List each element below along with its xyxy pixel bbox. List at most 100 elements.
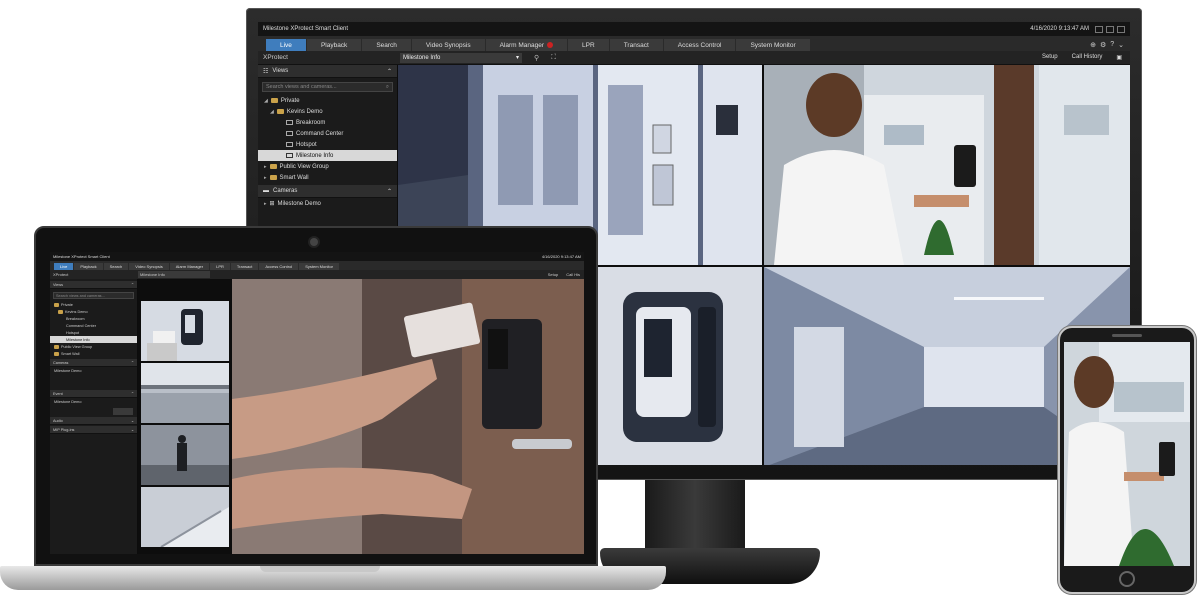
laptop-call-history-button[interactable]: Call His: [566, 272, 580, 277]
help-icon[interactable]: ?: [1110, 41, 1114, 49]
laptop-thumb-card-reader[interactable]: [141, 301, 229, 361]
laptop-main-camera-feed[interactable]: [232, 279, 584, 554]
laptop-webcam: [308, 236, 320, 248]
laptop-view-selector[interactable]: Milestone Info: [138, 271, 210, 278]
laptop-tab-search[interactable]: Search: [103, 263, 129, 270]
laptop-cameras-panel-header[interactable]: Cameras ⌃: [50, 359, 137, 367]
view-toolbar: XProtect Milestone Info ▾ ⚲ ⛶ Setup Call…: [258, 51, 1130, 65]
tab-system-monitor[interactable]: System Monitor: [736, 39, 810, 51]
laptop-event-action-button[interactable]: [113, 408, 133, 415]
laptop-mip-plugins-header[interactable]: MIP Plug-ins ⌄: [50, 426, 137, 434]
laptop-datetime: 4/16/2020 9:13:47 AM: [541, 254, 581, 259]
laptop-thumb-person[interactable]: [141, 425, 229, 485]
laptop-thumb-outdoor[interactable]: [141, 363, 229, 423]
laptop-audio-panel-header[interactable]: Audio ⌄: [50, 417, 137, 425]
laptop-tree-item-public-view-group[interactable]: Public View Group: [50, 343, 137, 350]
laptop-tree-item-cameras-demo[interactable]: Milestone Demo: [50, 367, 137, 374]
laptop-tab-system-monitor[interactable]: System Monitor: [299, 263, 340, 270]
collapse-icon[interactable]: ⌃: [387, 188, 392, 195]
tab-transact[interactable]: Transact: [609, 39, 663, 51]
tree-item-kevins-demo[interactable]: ◢ Kevins Demo: [258, 106, 397, 117]
collapse-icon[interactable]: ⌃: [131, 360, 134, 365]
view-selector[interactable]: Milestone Info ▾: [400, 52, 522, 63]
laptop-tab-playback[interactable]: Playback: [74, 263, 103, 270]
tab-alarm-manager[interactable]: Alarm Manager: [485, 39, 568, 51]
laptop-tab-lpr[interactable]: LPR: [210, 263, 230, 270]
folder-icon: [269, 164, 277, 169]
laptop-tree-item-command-center[interactable]: Command Center: [50, 322, 137, 329]
cameras-panel-header[interactable]: ▬ Cameras ⌃: [258, 185, 397, 198]
laptop-tab-live[interactable]: Live: [54, 263, 74, 270]
view-icon: [286, 120, 293, 125]
laptop-search-input[interactable]: Search views and cameras...: [53, 292, 134, 299]
collapse-icon[interactable]: ⌃: [131, 391, 134, 396]
views-panel-header[interactable]: ☷ Views ⌃: [258, 65, 397, 78]
camera-icon: ▬: [263, 188, 269, 194]
tab-video-synopsis[interactable]: Video Synopsis: [411, 39, 485, 51]
maximize-icon[interactable]: [1106, 25, 1114, 33]
folder-icon: [269, 175, 277, 180]
tool-icon[interactable]: ⚲: [534, 54, 539, 62]
laptop-views-panel-header[interactable]: Views ⌃: [50, 281, 137, 289]
tree-item-private[interactable]: ◢ Private: [258, 95, 397, 106]
view-icon: [286, 153, 293, 158]
tab-lpr[interactable]: LPR: [568, 39, 609, 51]
laptop-tree-item-private[interactable]: Private: [50, 301, 137, 308]
settings-icon[interactable]: ⚙: [1100, 41, 1106, 49]
tree-item-smart-wall[interactable]: ▸ Smart Wall: [258, 172, 397, 183]
layout-icon[interactable]: ⊕: [1090, 41, 1096, 49]
tree-item-public-view-group[interactable]: ▸ Public View Group: [258, 161, 397, 172]
tree-item-milestone-info[interactable]: Milestone Info: [258, 150, 397, 161]
minimize-icon[interactable]: [1095, 25, 1103, 33]
collapse-icon[interactable]: ⌃: [131, 282, 134, 287]
collapse-icon[interactable]: ⌄: [131, 427, 134, 432]
window-title: Milestone XProtect Smart Client: [263, 26, 349, 32]
devices-showcase: Milestone XProtect Smart Client 4/16/202…: [0, 0, 1200, 600]
close-icon[interactable]: [1117, 25, 1125, 33]
setup-button[interactable]: Setup: [1042, 54, 1058, 61]
tree-item-hotspot[interactable]: Hotspot: [258, 139, 397, 150]
folder-icon: [54, 344, 59, 349]
tree-item-milestone-demo[interactable]: ▸ ⊞ Milestone Demo: [258, 198, 397, 209]
laptop-side-panel: Views ⌃ Search views and cameras... Priva…: [50, 279, 138, 554]
laptop-tab-transact[interactable]: Transact: [230, 263, 259, 270]
tab-live[interactable]: Live: [266, 39, 306, 51]
tree-item-breakroom[interactable]: Breakroom: [258, 117, 397, 128]
laptop-thumb-stairs[interactable]: [141, 487, 229, 547]
phone-home-button[interactable]: [1119, 571, 1135, 587]
views-icon: ☷: [263, 68, 269, 75]
call-history-button[interactable]: Call History: [1072, 54, 1103, 61]
camera-feed-office-access[interactable]: [764, 65, 1130, 265]
restore-icon[interactable]: ▣: [1116, 54, 1122, 61]
laptop-tree-item-breakroom[interactable]: Breakroom: [50, 315, 137, 322]
collapse-icon[interactable]: ⌃: [387, 68, 392, 75]
laptop-tree-item-milestone-info[interactable]: Milestone Info: [50, 336, 137, 343]
collapse-icon[interactable]: ⌄: [131, 418, 134, 423]
laptop-opening-notch: [260, 566, 380, 572]
chevron-down-icon[interactable]: ⌄: [1118, 41, 1124, 49]
tab-playback[interactable]: Playback: [306, 39, 362, 51]
laptop-tab-access-control[interactable]: Access Control: [259, 263, 299, 270]
laptop-brand-label: XProtect: [53, 272, 69, 277]
phone-screen[interactable]: [1064, 342, 1190, 566]
tab-access-control[interactable]: Access Control: [663, 39, 736, 51]
laptop-event-panel-header[interactable]: Event ⌃: [50, 390, 137, 398]
phone-speaker: [1112, 334, 1142, 337]
laptop-tree-item-event-demo[interactable]: Milestone Demo: [50, 398, 137, 405]
fullscreen-icon[interactable]: ⛶: [551, 54, 556, 62]
brand-label: XProtect: [263, 54, 288, 61]
laptop-tree-item-smart-wall[interactable]: Smart Wall: [50, 350, 137, 357]
tree-item-command-center[interactable]: Command Center: [258, 128, 397, 139]
laptop-tab-video-synopsis[interactable]: Video Synopsis: [129, 263, 169, 270]
server-icon: ⊞: [269, 201, 275, 207]
laptop-tree-item-kevins-demo[interactable]: Kevins Demo: [50, 308, 137, 315]
folder-icon: [54, 351, 59, 356]
laptop-tab-alarm-manager[interactable]: Alarm Manager: [169, 263, 210, 270]
laptop-setup-button[interactable]: Setup: [548, 272, 558, 277]
tab-search[interactable]: Search: [362, 39, 411, 51]
search-input[interactable]: Search views and cameras... ⌕: [262, 82, 393, 92]
laptop-window-title: Milestone XProtect Smart Client: [53, 254, 110, 259]
laptop-tree-item-hotspot[interactable]: Hotspot: [50, 329, 137, 336]
view-icon: [286, 131, 293, 136]
folder-icon: [276, 109, 284, 114]
